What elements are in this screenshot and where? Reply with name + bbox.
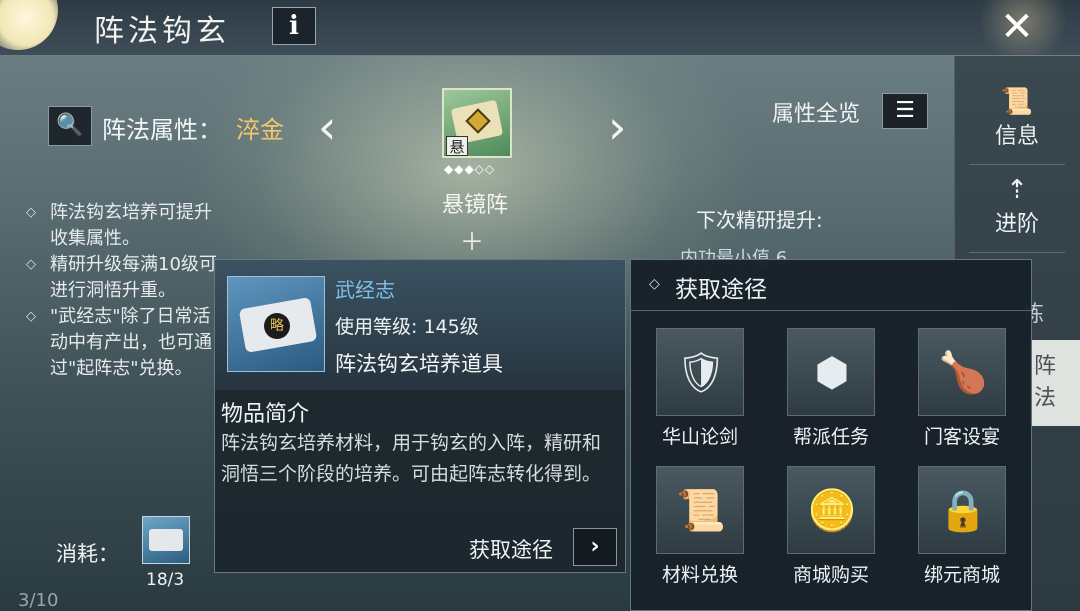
- source-label: 材料兑换: [661, 564, 738, 586]
- feast-icon: 🍗: [918, 328, 1006, 416]
- guild-task-icon: ⬢: [787, 328, 875, 416]
- item-level: 使用等级: 145级: [335, 316, 479, 338]
- source-label: 门客设宴: [923, 426, 1000, 448]
- formation-name: 悬镜阵: [442, 193, 509, 218]
- item-icon: 略: [227, 276, 325, 372]
- divider: [969, 252, 1065, 253]
- side-card-partial[interactable]: 阵法: [1030, 340, 1080, 426]
- close-button[interactable]: ✕: [990, 2, 1044, 52]
- item-description: 阵法钩玄培养材料，用于钩玄的入阵，精研和洞悟三个阶段的培养。可由起阵志转化得到。: [221, 432, 602, 485]
- tab-info[interactable]: 📜 信息: [971, 86, 1063, 150]
- page-title: 阵法钩玄: [94, 14, 230, 49]
- source-panel: ◇ 获取途径 🛡 华山论剑 ⬢ 帮派任务 🍗 门客设宴 📜 材料兑换 🪙 商城购…: [630, 259, 1032, 611]
- prev-formation-arrow[interactable]: ‹: [318, 100, 336, 154]
- source-label: 商城购买: [792, 564, 869, 586]
- item-type: 阵法钩玄培养道具: [335, 352, 503, 376]
- source-shop[interactable]: 🪙 商城购买: [776, 466, 886, 587]
- formation-attribute-label: 阵法属性：: [102, 116, 222, 144]
- source-panel-title: 获取途径: [675, 277, 767, 303]
- info-button[interactable]: i: [272, 7, 316, 45]
- next-refine-label: 下次精研提升:: [696, 208, 823, 232]
- seal-icon: 略: [264, 313, 290, 339]
- tab-advance-label: 进阶: [994, 212, 1039, 237]
- list-icon[interactable]: ☰: [882, 93, 928, 129]
- moon-decoration: [0, 0, 58, 50]
- bound-shop-icon: 🔒: [918, 466, 1006, 554]
- note-item: "武经志"除了日常活动中有产出，也可通过"起阵志"兑换。: [26, 304, 226, 382]
- game-screen: 阵法钩玄 i ✕ 📜 信息 ⇡ 进阶 炼 阵法 🔍 阵法属性： 淬金 ‹ 悬 ›…: [0, 0, 1080, 611]
- note-item: 精研升级每满10级可进行洞悟升重。: [26, 252, 226, 304]
- cost-label: 消耗：: [56, 542, 119, 566]
- formation-icon[interactable]: 悬: [442, 88, 512, 158]
- source-feast[interactable]: 🍗 门客设宴: [907, 328, 1017, 449]
- note-item: 阵法钩玄培养可提升收集属性。: [26, 200, 226, 252]
- item-name: 武经志: [335, 278, 395, 302]
- diamond-icon: ◇: [649, 276, 660, 292]
- next-formation-arrow[interactable]: ›: [608, 100, 626, 154]
- scroll-icon: [149, 529, 183, 551]
- notes-list: 阵法钩玄培养可提升收集属性。 精研升级每满10级可进行洞悟升重。 "武经志"除了…: [26, 200, 226, 382]
- page-indicator: 3/10: [18, 590, 59, 611]
- formation-attribute-value: 淬金: [236, 116, 284, 144]
- material-exchange-glyph: 📜: [676, 488, 726, 534]
- shop-ingot-glyph: 🪙: [807, 488, 857, 534]
- guild-task-glyph: ⬢: [814, 350, 850, 396]
- formation-stars: ◆◆◆◇◇: [444, 162, 496, 176]
- advance-icon: ⇡: [1006, 175, 1028, 205]
- source-bound-shop[interactable]: 🔒 绑元商城: [907, 466, 1017, 587]
- source-label: 绑元商城: [923, 564, 1000, 586]
- divider: [631, 310, 1031, 311]
- search-icon[interactable]: 🔍: [48, 106, 92, 146]
- source-label: 帮派任务: [792, 426, 869, 448]
- plus-icon[interactable]: ＋: [460, 222, 484, 257]
- attribute-overview-label: 属性全览: [772, 102, 861, 127]
- bound-shop-glyph: 🔒: [938, 488, 988, 534]
- source-material-exchange[interactable]: 📜 材料兑换: [645, 466, 755, 587]
- cost-item-slot[interactable]: [142, 516, 190, 564]
- source-link-label[interactable]: 获取途径: [469, 534, 553, 564]
- formation-tag: 悬: [446, 136, 468, 156]
- feast-glyph: 🍗: [938, 350, 988, 396]
- scroll-icon: 📜: [1000, 87, 1034, 117]
- top-bar: 阵法钩玄 i ✕: [0, 0, 1080, 60]
- chevron-right-icon[interactable]: ›: [573, 528, 617, 566]
- item-header: 略 武经志 使用等级: 145级 阵法钩玄培养道具: [215, 260, 625, 390]
- material-exchange-icon: 📜: [656, 466, 744, 554]
- tab-info-label: 信息: [994, 124, 1039, 149]
- huashan-glyph: 🛡: [675, 350, 727, 396]
- item-description-title: 物品简介: [221, 402, 310, 427]
- divider: [969, 164, 1065, 165]
- source-label: 华山论剑: [661, 426, 738, 448]
- tab-advance[interactable]: ⇡ 进阶: [971, 174, 1063, 238]
- source-guild-task[interactable]: ⬢ 帮派任务: [776, 328, 886, 449]
- huashan-icon: 🛡: [656, 328, 744, 416]
- cost-count: 18/3: [146, 570, 185, 590]
- item-tooltip: 略 武经志 使用等级: 145级 阵法钩玄培养道具 物品简介 阵法钩玄培养材料，…: [214, 259, 626, 573]
- shop-ingot-icon: 🪙: [787, 466, 875, 554]
- source-huashan[interactable]: 🛡 华山论剑: [645, 328, 755, 449]
